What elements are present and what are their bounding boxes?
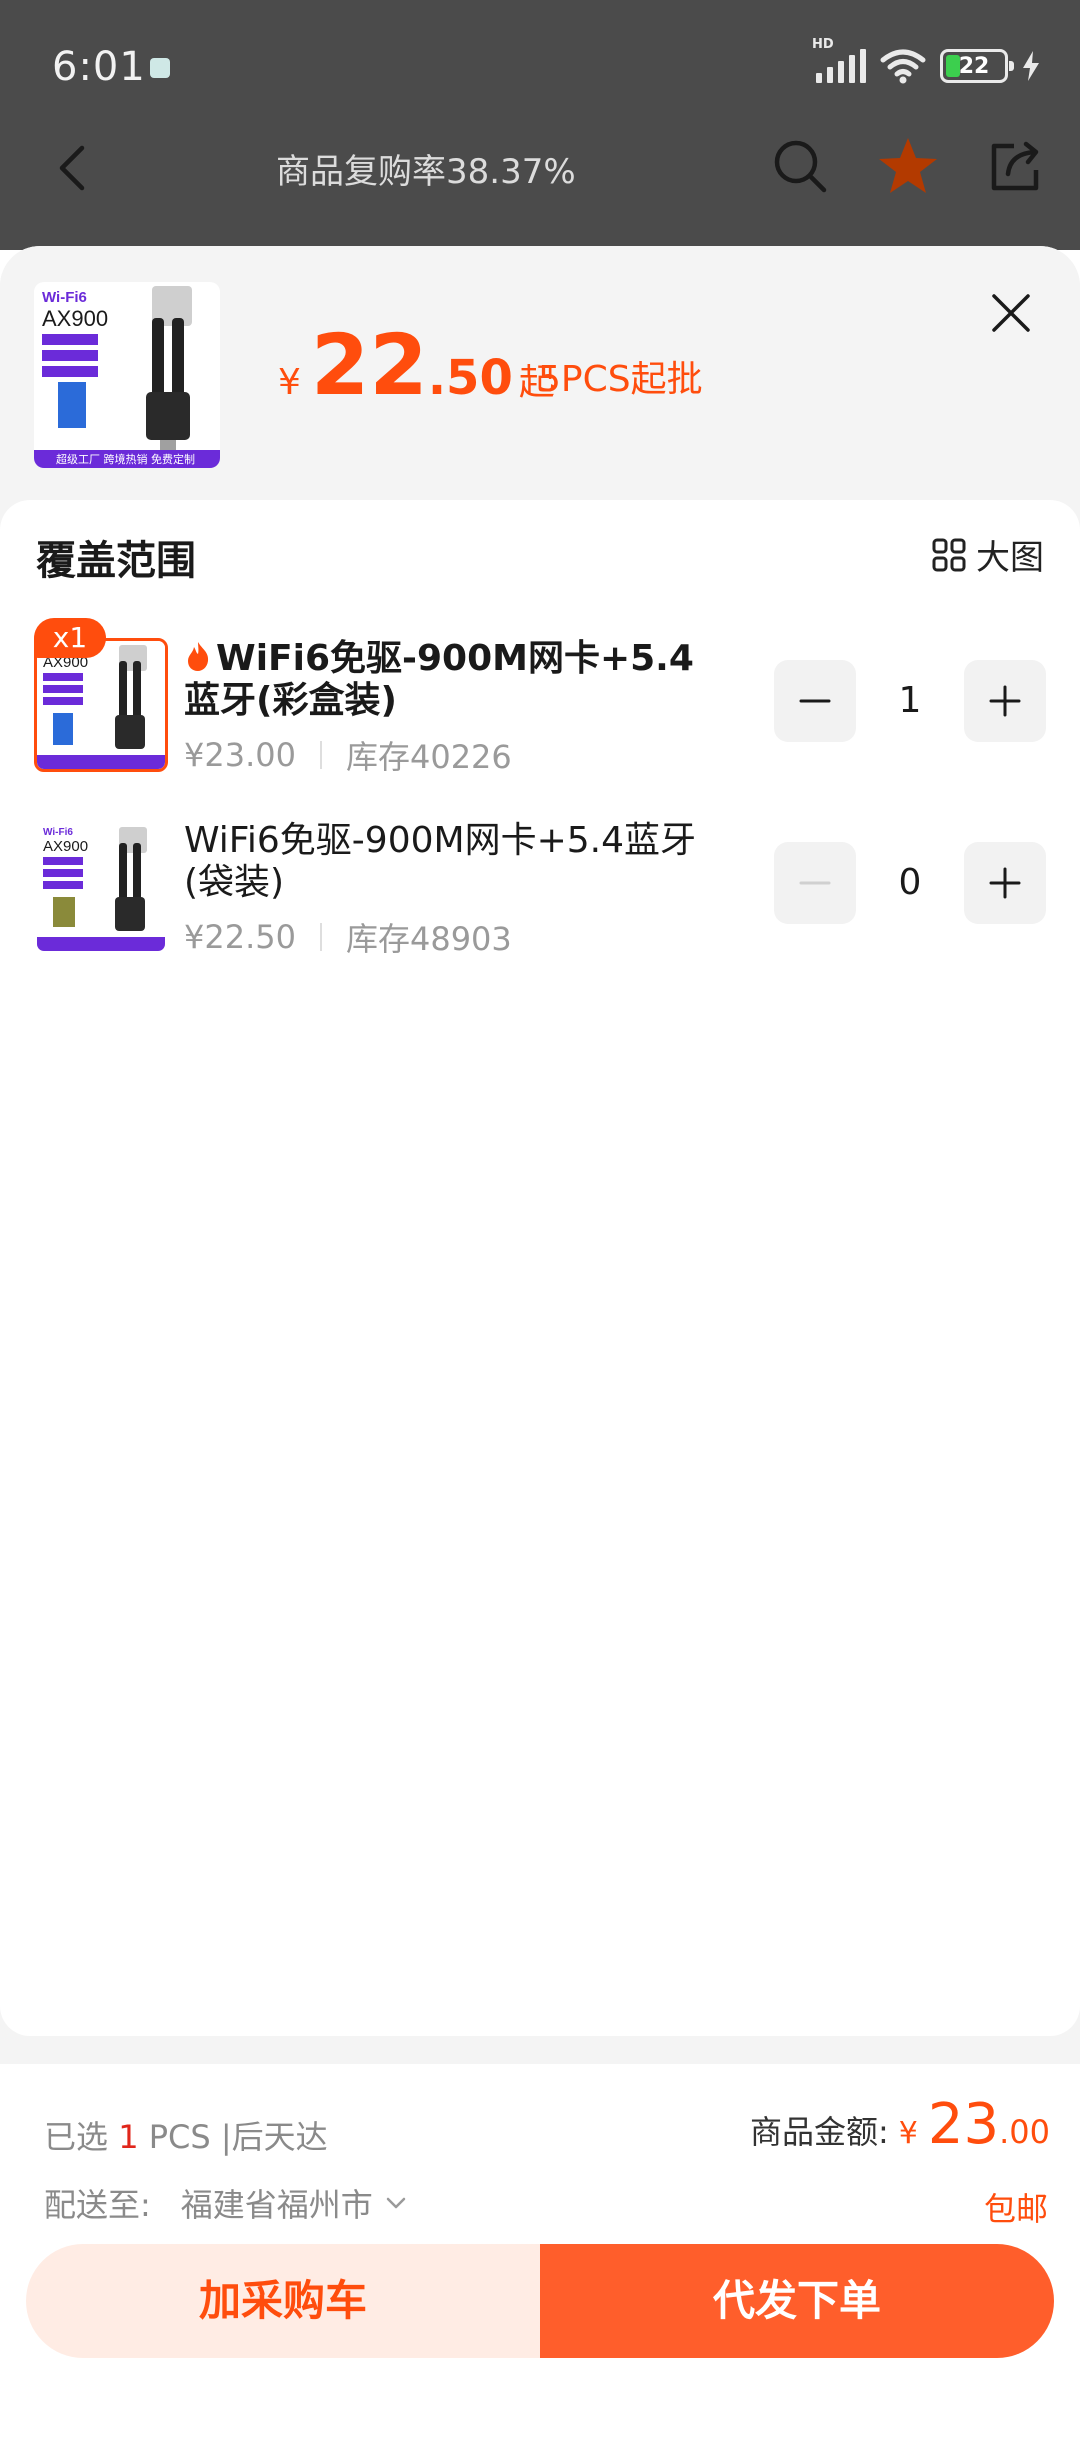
divider (319, 923, 322, 951)
free-shipping-label: 包邮 (983, 2190, 1048, 2228)
sku-list-panel: 覆盖范围 大图 x1 AX900 WiFi6免驱-900M网卡+5.4蓝牙(彩盒… (0, 500, 1080, 2036)
selected-prefix: 已选 (44, 2118, 109, 2156)
currency-symbol: ¥ (898, 2116, 918, 2151)
close-icon[interactable] (988, 290, 1034, 336)
sku-row[interactable]: Wi-Fi6 AX900 WiFi6免驱-900M网卡+5.4蓝牙(袋装) ¥2… (0, 820, 1080, 970)
selected-suffix: PCS |后天达 (148, 2118, 328, 2156)
chevron-down-icon (386, 2197, 406, 2209)
network-type: HD (812, 37, 834, 52)
grid-icon (932, 538, 966, 571)
quantity-value[interactable]: 0 (856, 842, 964, 924)
sheet-header: Wi-Fi6 AX900 超级工厂 跨境热销 免费定制 ¥ 22 .50 起 5… (0, 246, 1080, 500)
minus-icon (799, 881, 831, 885)
thumb-banner: 超级工厂 跨境热销 免费定制 (56, 452, 195, 466)
big-view-toggle[interactable]: 大图 (932, 530, 1044, 579)
charging-icon (1023, 51, 1039, 81)
decrease-button[interactable] (774, 660, 856, 742)
amount-label: 商品金额: (749, 2113, 889, 2151)
sku-stock: 库存48903 (345, 920, 512, 958)
section-title: 覆盖范围 (36, 538, 196, 584)
minus-icon (799, 699, 831, 703)
divider (319, 741, 322, 769)
wifi-icon (880, 49, 926, 84)
add-to-cart-button[interactable]: 加采购车 (26, 2244, 540, 2358)
svg-text:Wi-Fi6: Wi-Fi6 (43, 827, 73, 838)
page-title: 商品复购率38.37% (276, 152, 576, 192)
favorite-star-icon[interactable] (876, 134, 940, 198)
price-integer: 22 (310, 316, 428, 414)
signal-icon: HD (812, 37, 866, 83)
status-time: 6:01 (52, 44, 146, 90)
price-range: ¥ 22 .50 起 (278, 316, 555, 414)
sku-row[interactable]: x1 AX900 WiFi6免驱-900M网卡+5.4蓝牙(彩盒装) ¥23.0… (0, 618, 1080, 788)
status-bar: 6:01 HD 22 (0, 0, 1080, 140)
sku-meta: ¥22.50 库存48903 (184, 914, 512, 960)
quantity-stepper: 1 (774, 660, 1046, 742)
big-view-label: 大图 (976, 538, 1044, 578)
sku-stock: 库存40226 (345, 738, 512, 776)
search-icon[interactable] (770, 136, 830, 196)
plus-icon (989, 685, 1021, 717)
sku-thumbnail[interactable]: Wi-Fi6 AX900 (34, 820, 168, 954)
decrease-button[interactable] (774, 842, 856, 924)
ship-label: 配送至: (44, 2186, 151, 2224)
sku-name-text: WiFi6免驱-900M网卡+5.4蓝牙(彩盒装) (184, 638, 694, 721)
sku-price: ¥23.00 (184, 736, 296, 774)
sku-name-text: WiFi6免驱-900M网卡+5.4蓝牙(袋装) (184, 820, 696, 903)
amount-integer: 23 (927, 2092, 1000, 2157)
order-footer: 已选 1 PCS |后天达 商品金额: ¥ 23 .00 配送至: 福建省福州市… (0, 2064, 1080, 2460)
battery-icon: 22 (940, 49, 1014, 83)
hot-fire-icon (188, 642, 209, 671)
product-thumbnail[interactable]: Wi-Fi6 AX900 超级工厂 跨境热销 免费定制 (34, 282, 220, 468)
sku-price: ¥22.50 (184, 918, 296, 956)
shipping-destination[interactable]: 配送至: 福建省福州市 (44, 2180, 409, 2226)
selection-summary: 已选 1 PCS |后天达 (44, 2112, 328, 2158)
currency-symbol: ¥ (278, 362, 301, 403)
increase-button[interactable] (964, 660, 1046, 742)
sku-name: WiFi6免驱-900M网卡+5.4蓝牙(彩盒装) (184, 638, 704, 722)
share-icon[interactable] (986, 136, 1046, 196)
svg-text:AX900: AX900 (43, 838, 88, 855)
battery-level: 22 (958, 53, 990, 79)
minimum-order-quantity: 5PCS起批 (538, 359, 703, 400)
back-arrow-icon[interactable] (44, 138, 104, 198)
ship-address: 福建省福州市 (180, 2186, 373, 2224)
increase-button[interactable] (964, 842, 1046, 924)
thumb-brand: Wi-Fi6 (42, 289, 87, 306)
total-amount: 商品金额: ¥ 23 .00 (750, 2092, 1050, 2157)
nav-bar: 商品复购率38.37% (0, 120, 1080, 230)
price-decimal: .50 (427, 350, 513, 406)
notification-app-icon (150, 58, 170, 78)
amount-decimal: .00 (999, 2113, 1050, 2151)
selected-count-badge: x1 (34, 618, 106, 658)
status-icons: HD 22 (812, 37, 1040, 84)
quantity-value[interactable]: 1 (856, 660, 964, 742)
dropship-order-button[interactable]: 代发下单 (540, 2244, 1054, 2358)
plus-icon (989, 867, 1021, 899)
sku-name: WiFi6免驱-900M网卡+5.4蓝牙(袋装) (184, 820, 704, 904)
sku-thumbnail[interactable]: AX900 (34, 638, 168, 772)
thumb-model: AX900 (42, 306, 108, 331)
sku-meta: ¥23.00 库存40226 (184, 732, 512, 778)
selected-count: 1 (118, 2118, 139, 2156)
quantity-stepper: 0 (774, 842, 1046, 924)
